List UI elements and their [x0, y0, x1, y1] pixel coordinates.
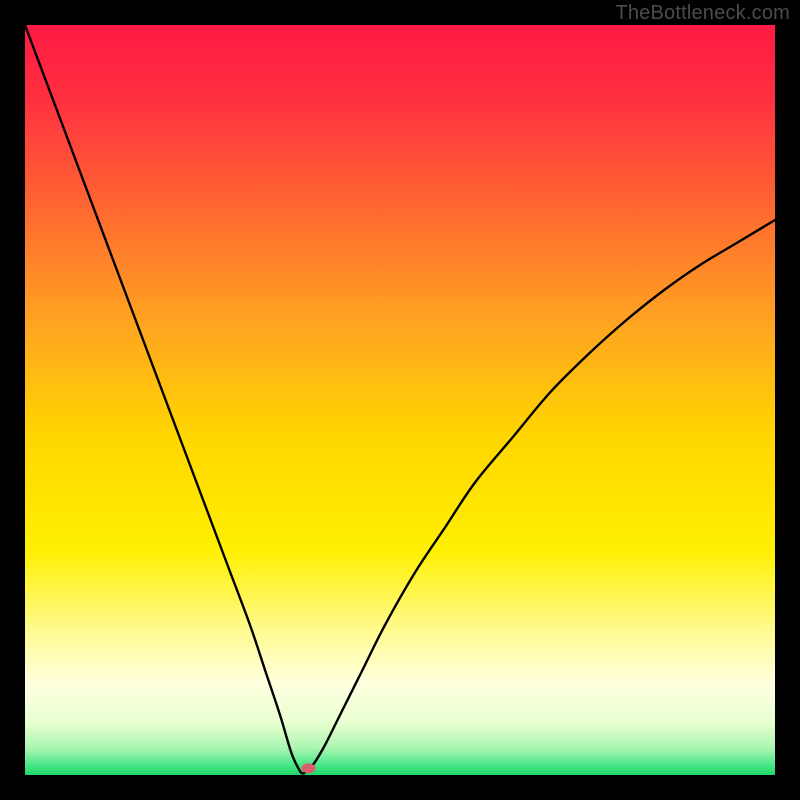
- watermark-text: TheBottleneck.com: [615, 2, 790, 25]
- chart-frame: TheBottleneck.com: [0, 0, 800, 800]
- curve-minimum-marker: [302, 763, 316, 773]
- plot-area: [25, 25, 775, 775]
- chart-svg: [25, 25, 775, 775]
- gradient-background: [25, 25, 775, 775]
